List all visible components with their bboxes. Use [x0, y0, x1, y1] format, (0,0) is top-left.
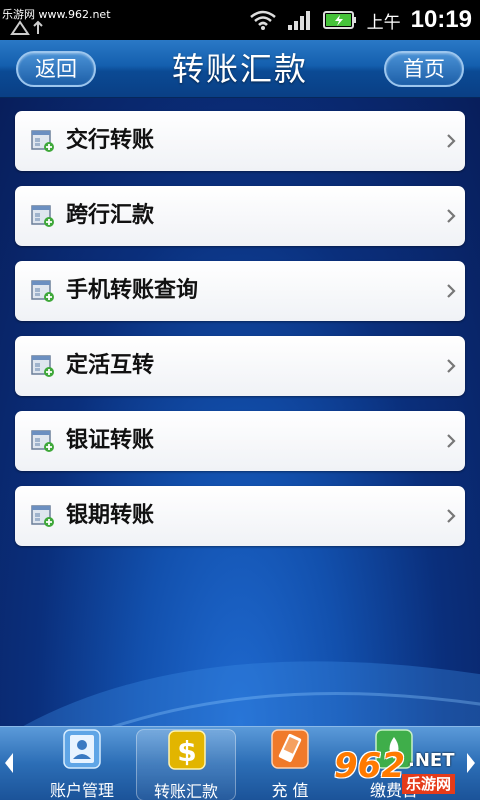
- notification-icons: [10, 18, 70, 42]
- status-ampm: 上午: [366, 12, 401, 33]
- menu-item-mobile-transfer-query[interactable]: 手机转账查询: [15, 261, 465, 321]
- menu-item-label: 银期转账: [66, 503, 155, 528]
- menu-item-label: 定活互转: [66, 353, 155, 378]
- back-button[interactable]: 返回: [16, 51, 96, 87]
- chevron-right-icon: [447, 434, 456, 448]
- phone-recharge-icon: [271, 729, 309, 769]
- menu-item-label: 跨行汇款: [66, 203, 155, 228]
- svg-text:$: $: [177, 735, 196, 768]
- tab-account-management[interactable]: 账户管理: [32, 729, 132, 800]
- status-time: 10:19: [410, 6, 472, 33]
- form-add-icon: [31, 205, 54, 227]
- menu-item-label: 交行转账: [66, 128, 155, 153]
- dollar-icon: $: [168, 730, 206, 770]
- menu-item-bank-futures-transfer[interactable]: 银期转账: [15, 486, 465, 546]
- tab-label: 充 值: [271, 781, 309, 800]
- menu-item-interbank-remittance[interactable]: 跨行汇款: [15, 186, 465, 246]
- chevron-right-icon: [447, 359, 456, 373]
- watermark-logo-suffix: .NET: [408, 750, 455, 771]
- tab-transfer-remittance[interactable]: $ 转账汇款: [136, 729, 236, 800]
- status-bar: 乐游网 www.962.net 上午 10:19: [0, 0, 480, 40]
- wifi-icon: [249, 10, 276, 30]
- form-add-icon: [31, 280, 54, 302]
- watermark-logo-name: 乐游网: [402, 774, 456, 794]
- menu-item-bank-securities-transfer[interactable]: 银证转账: [15, 411, 465, 471]
- tab-label: 转账汇款: [153, 782, 218, 800]
- form-add-icon: [31, 430, 54, 452]
- account-card-icon: [63, 729, 101, 769]
- menu-item-fixed-current-exchange[interactable]: 定活互转: [15, 336, 465, 396]
- battery-charging-icon: [322, 11, 356, 29]
- signal-icon: [287, 11, 310, 30]
- chevron-right-icon: [447, 209, 456, 223]
- chevron-right-icon: [447, 509, 456, 523]
- status-icons: 上午 10:19: [249, 6, 472, 34]
- chevron-right-icon: [447, 284, 456, 298]
- scroll-left-arrow-icon[interactable]: [2, 751, 16, 775]
- menu-item-label: 手机转账查询: [66, 278, 199, 303]
- menu-item-bocom-transfer[interactable]: 交行转账: [15, 111, 465, 171]
- watermark-logo: 962 .NET 乐游网: [330, 744, 480, 800]
- menu-list: 交行转账 跨行汇款 手机转账查询 定活互转 银证转账 银期转账: [15, 111, 465, 561]
- background-swoosh: [23, 661, 480, 726]
- chevron-right-icon: [447, 134, 456, 148]
- usb-icon: [10, 20, 43, 35]
- tab-label: 账户管理: [49, 781, 114, 800]
- form-add-icon: [31, 505, 54, 527]
- home-button[interactable]: 首页: [384, 51, 464, 87]
- form-add-icon: [31, 355, 54, 377]
- menu-item-label: 银证转账: [66, 428, 155, 453]
- main-content: 交行转账 跨行汇款 手机转账查询 定活互转 银证转账 银期转账: [0, 98, 480, 726]
- form-add-icon: [31, 130, 54, 152]
- watermark-logo-number: 962: [334, 746, 405, 786]
- tab-recharge[interactable]: 充 值: [240, 729, 340, 800]
- title-bar: 转账汇款 返回 首页: [0, 40, 480, 98]
